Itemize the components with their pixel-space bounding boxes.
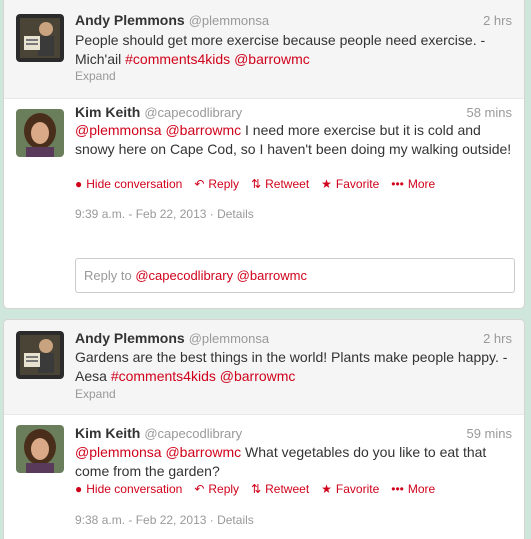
tweet-links[interactable]: #comments4kids @barrowmc [125,51,310,67]
more-button[interactable]: ••• More [391,482,435,496]
favorite-button[interactable]: ★ Favorite [321,177,379,191]
reply-button[interactable]: ↶ Reply [194,177,239,191]
tweet-text: @plemmonsa @barrowmc I need more exercis… [75,122,512,157]
tweet-kim[interactable]: Kim Keith @capecodlibrary 59 mins @plemmo… [4,415,524,539]
tweet-kim[interactable]: Kim Keith @capecodlibrary 58 mins @plemmo… [4,99,524,244]
tweet-actions: ● Hide conversation ↶ Reply ⇅ Retweet ★ Favo… [75,482,447,496]
tweet-date[interactable]: 9:39 a.m. - Feb 22, 2013 [75,207,206,221]
expand-link[interactable]: Expand [75,69,116,83]
tweet-text: People should get more exercise because … [75,32,486,67]
reply-input[interactable]: Reply to @capecodlibrary @barrowmc [75,258,515,293]
user-name: Andy Plemmons [75,330,185,346]
avatar[interactable] [16,14,64,62]
reply-arrow-icon: ↶ [194,177,205,191]
timestamp[interactable]: 58 mins [466,105,512,120]
timestamp[interactable]: 59 mins [466,426,512,441]
reply-arrow-icon: ↶ [194,482,205,496]
tweet-date[interactable]: 9:38 a.m. - Feb 22, 2013 [75,513,206,527]
tweet-text: Gardens are the best things in the world… [75,349,508,384]
user-handle: @plemmonsa [188,331,270,346]
details-link[interactable]: Details [217,513,254,527]
timestamp[interactable]: 2 hrs [483,13,512,28]
retweet-button[interactable]: ⇅ Retweet [251,177,309,191]
more-dots-icon: ••• [391,177,404,191]
more-button[interactable]: ••• More [391,177,435,191]
user-name: Kim Keith [75,104,141,120]
tweet-links[interactable]: @plemmonsa @barrowmc [75,444,241,460]
tweet-links[interactable]: @plemmonsa @barrowmc [75,122,241,138]
timestamp[interactable]: 2 hrs [483,331,512,346]
user-handle: @capecodlibrary [144,426,243,441]
user-handle: @capecodlibrary [144,105,243,120]
hide-conversation-button[interactable]: ● Hide conversation [75,177,182,191]
star-icon: ★ [321,177,332,191]
reply-button[interactable]: ↶ Reply [194,482,239,496]
retweet-icon: ⇅ [251,482,262,496]
speech-bubble-icon: ● [75,177,83,191]
tweet-andy[interactable]: Andy Plemmons @plemmonsa 2 hrs People sho… [4,0,524,99]
avatar[interactable] [16,425,64,473]
tweet-text: @plemmonsa @barrowmc What vegetables do … [75,444,487,479]
more-dots-icon: ••• [391,482,404,496]
tweet-links[interactable]: #comments4kids @barrowmc [111,368,296,384]
avatar[interactable] [16,109,64,157]
avatar[interactable] [16,331,64,379]
retweet-icon: ⇅ [251,177,262,191]
conversation-card: Andy Plemmons @plemmonsa 2 hrs Gardens ar… [3,319,525,539]
details-link[interactable]: Details [217,207,254,221]
user-handle: @plemmonsa [188,13,270,28]
speech-bubble-icon: ● [75,482,83,496]
tweet-andy[interactable]: Andy Plemmons @plemmonsa 2 hrs Gardens ar… [4,320,524,415]
user-name: Kim Keith [75,425,141,441]
tweet-actions: ● Hide conversation ↶ Reply ⇅ Retweet ★ Favo… [75,177,447,191]
conversation-card: Andy Plemmons @plemmonsa 2 hrs People sho… [3,0,525,309]
expand-link[interactable]: Expand [75,387,116,401]
hide-conversation-button[interactable]: ● Hide conversation [75,482,182,496]
user-name: Andy Plemmons [75,12,185,28]
favorite-button[interactable]: ★ Favorite [321,482,379,496]
retweet-button[interactable]: ⇅ Retweet [251,482,309,496]
star-icon: ★ [321,482,332,496]
